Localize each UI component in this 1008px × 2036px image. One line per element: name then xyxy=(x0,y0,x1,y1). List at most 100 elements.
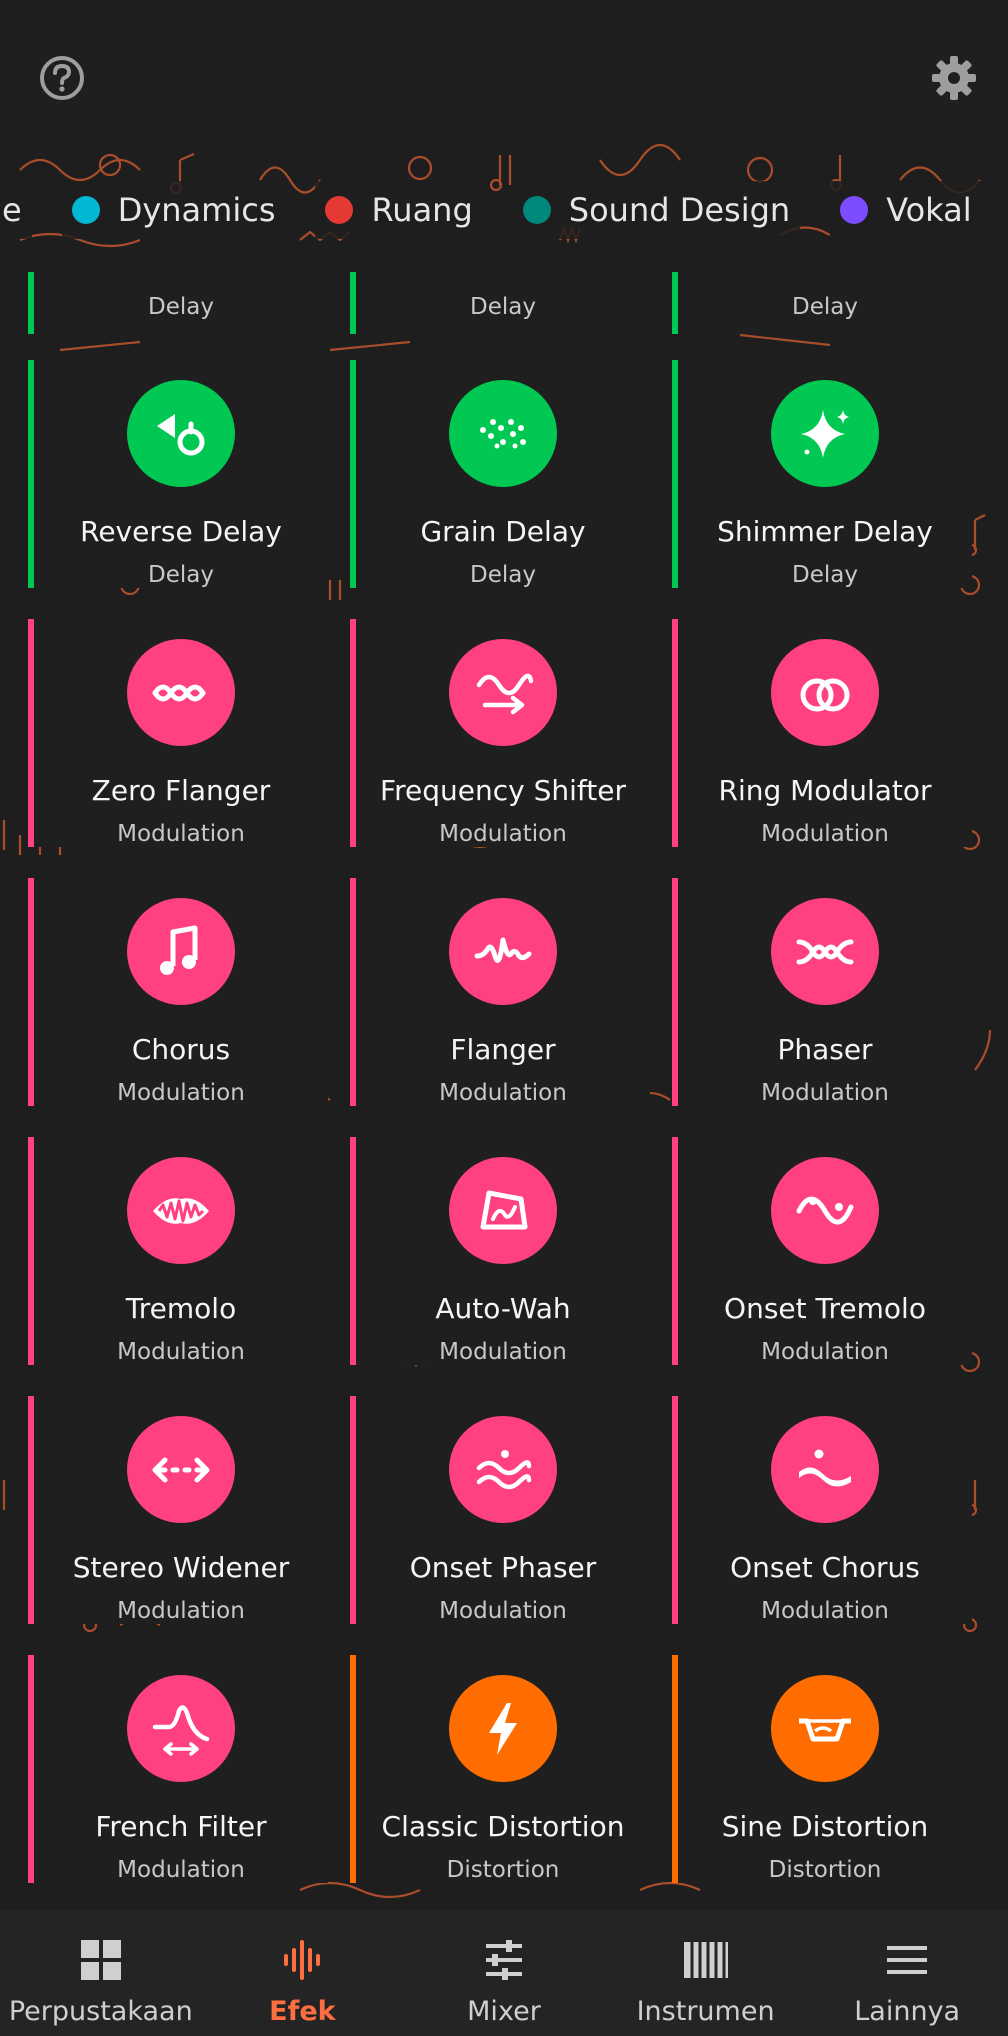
effect-category: Delay xyxy=(470,294,536,320)
effect-name: Auto-Wah xyxy=(435,1292,571,1325)
settings-button[interactable] xyxy=(916,40,992,116)
effect-name: Chorus xyxy=(131,1033,231,1066)
effect-name: Stereo Widener xyxy=(72,1551,290,1584)
effect-card-grain-delay[interactable]: Grain Delay Delay xyxy=(350,360,650,588)
effect-category: Modulation xyxy=(117,821,245,847)
effect-card-phaser[interactable]: Phaser Modulation xyxy=(672,878,972,1106)
effect-name: Flanger xyxy=(450,1033,556,1066)
effect-category: Delay xyxy=(470,562,536,588)
nav-perpustakaan[interactable]: Perpustakaan xyxy=(0,1910,202,2036)
effect-category: Distortion xyxy=(446,1857,560,1883)
library-grid-icon xyxy=(80,1940,121,1980)
nav-label: Perpustakaan xyxy=(8,1996,193,2027)
effect-category: Modulation xyxy=(761,1080,889,1106)
effect-category: Modulation xyxy=(439,1080,567,1106)
gear-icon xyxy=(932,56,976,100)
effect-category: Delay xyxy=(792,562,858,588)
category-dot-icon xyxy=(71,196,100,224)
effect-card-zero-flanger[interactable]: Zero Flanger Modulation xyxy=(28,619,328,847)
phaser-icon xyxy=(771,898,879,1005)
effect-name: Reverse Delay xyxy=(80,515,282,548)
category-dot-icon xyxy=(522,196,551,224)
effect-category: Modulation xyxy=(761,1598,889,1624)
effect-name: Zero Flanger xyxy=(91,774,271,807)
chip-sound-design[interactable]: Sound Design xyxy=(512,181,801,239)
top-bar xyxy=(0,0,1008,140)
effect-card-partial[interactable]: Delay xyxy=(350,272,650,334)
nav-instrumen[interactable]: Instrumen xyxy=(605,1910,807,2036)
effect-category: Modulation xyxy=(439,1339,567,1365)
piano-keys-icon xyxy=(683,1942,728,1978)
tremolo-icon xyxy=(127,1157,235,1264)
effect-category: Delay xyxy=(148,562,214,588)
effect-card-stereo-widener[interactable]: Stereo Widener Modulation xyxy=(28,1396,328,1624)
shimmer-delay-icon xyxy=(771,380,879,487)
help-button[interactable] xyxy=(24,40,100,116)
nav-lainnya[interactable]: Lainnya xyxy=(806,1910,1008,2036)
chip-vokal[interactable]: Vokal xyxy=(830,181,982,239)
chip-partial[interactable]: e xyxy=(0,181,32,239)
category-dot-icon xyxy=(840,196,869,224)
effect-card-tremolo[interactable]: Tremolo Modulation xyxy=(28,1137,328,1365)
zero-flanger-icon xyxy=(127,639,235,746)
chip-ruang[interactable]: Ruang xyxy=(315,181,483,239)
effect-card-frequency-shifter[interactable]: Frequency Shifter Modulation xyxy=(350,619,650,847)
nav-efek[interactable]: Efek xyxy=(202,1910,404,2036)
effect-category: Distortion xyxy=(768,1857,882,1883)
effect-category: Modulation xyxy=(117,1598,245,1624)
chorus-icon xyxy=(127,898,235,1005)
effect-card-shimmer-delay[interactable]: Shimmer Delay Delay xyxy=(672,360,972,588)
effect-category: Modulation xyxy=(761,1339,889,1365)
nav-label: Mixer xyxy=(467,1996,541,2027)
reverse-delay-icon xyxy=(127,380,235,487)
effect-category: Modulation xyxy=(117,1080,245,1106)
effect-card-onset-chorus[interactable]: Onset Chorus Modulation xyxy=(672,1396,972,1624)
category-filter-row: e Dynamics Ruang Sound Design Vokal xyxy=(0,140,1008,280)
chip-label: Vokal xyxy=(886,191,972,229)
chip-label: Dynamics xyxy=(117,191,276,229)
menu-icon xyxy=(887,1946,928,1974)
french-filter-icon xyxy=(127,1675,235,1782)
effect-card-french-filter[interactable]: French Filter Modulation xyxy=(28,1655,328,1883)
effect-category: Modulation xyxy=(117,1339,245,1365)
chip-label: e xyxy=(2,191,22,229)
onset-tremolo-icon xyxy=(771,1157,879,1264)
effect-card-ring-modulator[interactable]: Ring Modulator Modulation xyxy=(672,619,972,847)
effect-category: Delay xyxy=(792,294,858,320)
effect-name: Sine Distortion xyxy=(721,1810,929,1843)
effect-name: French Filter xyxy=(95,1810,267,1843)
sine-distortion-icon xyxy=(771,1675,879,1782)
chip-dynamics[interactable]: Dynamics xyxy=(61,181,286,239)
effect-name: Grain Delay xyxy=(420,515,586,548)
effect-card-onset-phaser[interactable]: Onset Phaser Modulation xyxy=(350,1396,650,1624)
effect-card-classic-distortion[interactable]: Classic Distortion Distortion xyxy=(350,1655,650,1883)
effect-name: Shimmer Delay xyxy=(717,515,933,548)
effect-card-flanger[interactable]: Flanger Modulation xyxy=(350,878,650,1106)
effect-name: Phaser xyxy=(777,1033,873,1066)
bottom-navigation: Perpustakaan Efek Mixer Instrumen Lainny… xyxy=(0,1910,1008,2036)
effect-card-reverse-delay[interactable]: Reverse Delay Delay xyxy=(28,360,328,588)
effect-card-partial[interactable]: Delay xyxy=(672,272,972,334)
classic-distortion-icon xyxy=(449,1675,557,1782)
effect-name: Tremolo xyxy=(125,1292,237,1325)
effect-name: Onset Tremolo xyxy=(724,1292,926,1325)
effect-category: Modulation xyxy=(761,821,889,847)
effect-card-sine-distortion[interactable]: Sine Distortion Distortion xyxy=(672,1655,972,1883)
effect-card-onset-tremolo[interactable]: Onset Tremolo Modulation xyxy=(672,1137,972,1365)
effect-name: Classic Distortion xyxy=(381,1810,625,1843)
chip-label: Sound Design xyxy=(568,191,791,229)
mixer-sliders-icon xyxy=(485,1940,522,1980)
effect-card-auto-wah[interactable]: Auto-Wah Modulation xyxy=(350,1137,650,1365)
auto-wah-icon xyxy=(449,1157,557,1264)
onset-phaser-icon xyxy=(449,1416,557,1523)
grain-delay-icon xyxy=(449,380,557,487)
category-dot-icon xyxy=(325,196,354,224)
effects-waveform-icon xyxy=(284,1940,321,1980)
effect-card-chorus[interactable]: Chorus Modulation xyxy=(28,878,328,1106)
effect-category: Modulation xyxy=(117,1857,245,1883)
effect-card-partial[interactable]: Delay xyxy=(28,272,328,334)
chip-label: Ruang xyxy=(371,191,473,229)
nav-label: Efek xyxy=(269,1996,336,2027)
nav-mixer[interactable]: Mixer xyxy=(403,1910,605,2036)
effect-name: Ring Modulator xyxy=(718,774,932,807)
